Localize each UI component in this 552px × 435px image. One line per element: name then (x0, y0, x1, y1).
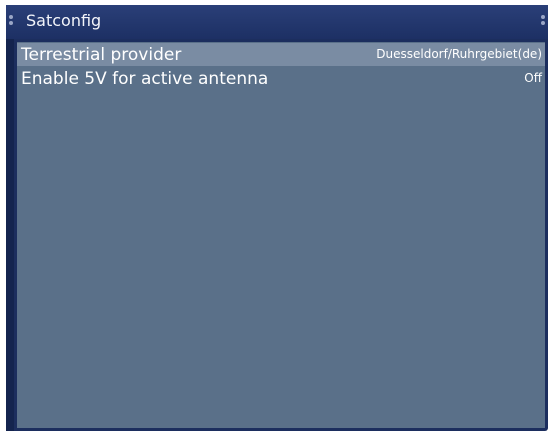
settings-list: Terrestrial provider Duesseldorf/Ruhrgeb… (17, 42, 545, 428)
setting-label: Enable 5V for active antenna (21, 69, 269, 89)
title-bar: Satconfig (6, 5, 548, 39)
setting-value: Off (524, 71, 542, 85)
setting-label: Terrestrial provider (21, 45, 182, 65)
satconfig-window: Satconfig Terrestrial provider Duesseldo… (6, 5, 548, 431)
setting-value: Duesseldorf/Ruhrgebiet(de) (376, 47, 542, 61)
setting-row-enable-5v[interactable]: Enable 5V for active antenna Off (17, 67, 545, 90)
window-title: Satconfig (26, 11, 102, 30)
setting-row-terrestrial-provider[interactable]: Terrestrial provider Duesseldorf/Ruhrgeb… (17, 43, 545, 66)
grip-handle-left-icon (9, 15, 13, 27)
frame-left-strip (6, 39, 14, 431)
grip-handle-right-icon (541, 15, 545, 27)
